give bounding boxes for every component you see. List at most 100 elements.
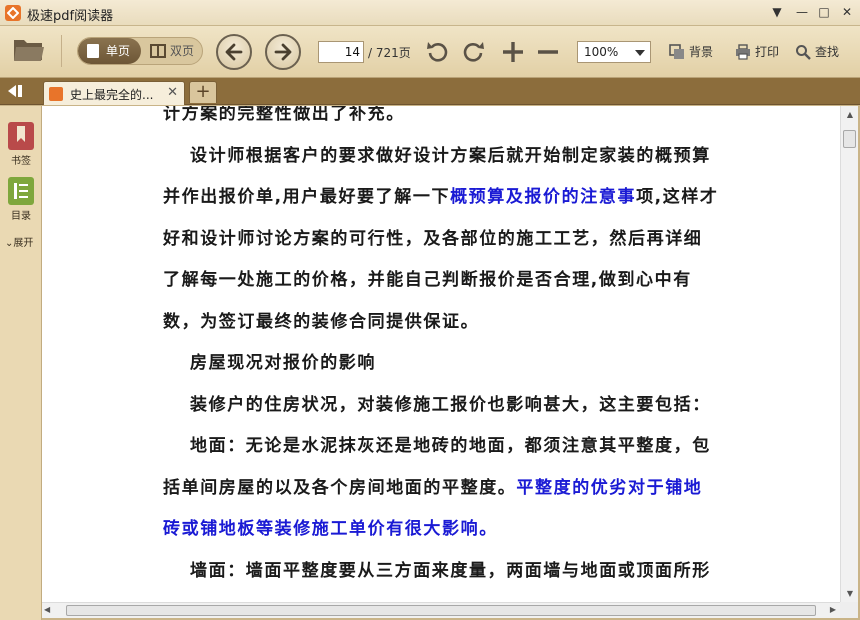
outline-button[interactable]: 目录 xyxy=(0,177,42,222)
zoom-out-button[interactable] xyxy=(535,39,561,65)
expand-label: 展开 xyxy=(13,238,34,249)
tab-document[interactable]: 史上最完全的... ✕ xyxy=(43,81,185,105)
bookmark-button[interactable]: 书签 xyxy=(0,122,42,167)
scroll-left-icon[interactable]: ◀ xyxy=(44,605,50,614)
minimize-button[interactable]: — xyxy=(793,4,811,20)
search-icon xyxy=(796,45,811,60)
zoom-level-select[interactable]: 100% xyxy=(577,41,651,63)
maximize-button[interactable]: □ xyxy=(815,4,833,20)
document-link[interactable]: 砖或铺地板等装修施工单价有很大影响。 xyxy=(163,519,498,539)
document-text: 计方案的完整性做出了补充。 xyxy=(163,106,405,124)
document-line: 括单间房屋的以及各个房间地面的平整度。平整度的优劣对于铺地 xyxy=(163,468,723,510)
scroll-up-icon[interactable]: ▲ xyxy=(841,106,859,123)
title-bar: 极速pdf阅读器 ▼ — □ ✕ xyxy=(0,0,860,26)
rotate-right-icon xyxy=(463,42,484,62)
single-page-label: 单页 xyxy=(106,44,131,58)
single-page-icon xyxy=(87,44,99,58)
background-label: 背景 xyxy=(689,45,714,59)
bookmark-icon xyxy=(8,122,34,150)
next-page-button[interactable] xyxy=(265,34,301,70)
app-title: 极速pdf阅读器 xyxy=(27,9,114,24)
background-button[interactable]: 背景 xyxy=(669,40,719,64)
collapse-sidebar-button[interactable] xyxy=(6,83,28,99)
print-label: 打印 xyxy=(755,45,780,59)
document-text: 括单间房屋的以及各个房间地面的平整度。 xyxy=(163,477,517,498)
rotate-left-button[interactable] xyxy=(425,39,451,65)
rotate-left-icon xyxy=(427,42,448,62)
document-link[interactable]: 平整度的优劣对于铺地 xyxy=(516,478,702,498)
tab-label: 史上最完全的... xyxy=(70,88,154,102)
find-label: 查找 xyxy=(815,45,840,59)
single-page-button[interactable]: 单页 xyxy=(78,38,141,64)
close-tab-icon[interactable]: ✕ xyxy=(167,85,178,100)
document-text: 数，为签订最终的装修合同提供保证。 xyxy=(163,311,480,332)
document-line: 数，为签订最终的装修合同提供保证。 xyxy=(163,302,723,344)
document-text: 墙面：墙面平整度要从三方面来度量，两面墙与地面或顶面所形 xyxy=(190,560,711,581)
zoom-out-icon xyxy=(538,50,558,54)
print-button[interactable]: 打印 xyxy=(735,40,783,64)
page-number-input[interactable]: 14 xyxy=(318,41,364,63)
rotate-right-button[interactable] xyxy=(460,39,486,65)
zoom-in-icon xyxy=(503,42,523,62)
menu-dropdown-button[interactable]: ▼ xyxy=(768,4,786,20)
new-tab-button[interactable]: + xyxy=(189,81,217,103)
document-line: 地面：无论是水泥抹灰还是地砖的地面，都须注意其平整度，包 xyxy=(163,426,723,468)
document-line: 了解每一处施工的价格，并能自己判断报价是否合理,做到心中有 xyxy=(163,260,723,302)
document-line: 装修户的住房状况，对装修施工报价也影响甚大，这主要包括： xyxy=(163,385,723,427)
document-text: 装修户的住房状况，对装修施工报价也影响甚大，这主要包括： xyxy=(190,394,711,415)
document-text: 房屋现况对报价的影响 xyxy=(190,353,376,373)
scroll-down-icon[interactable]: ▼ xyxy=(841,585,859,602)
double-page-label: 双页 xyxy=(170,44,195,58)
close-button[interactable]: ✕ xyxy=(838,4,856,20)
chevron-down-icon xyxy=(635,50,645,56)
folder-icon xyxy=(14,40,44,61)
document-text: 好和设计师讨论方案的可行性，及各部位的施工工艺，然后再详细 xyxy=(163,228,703,249)
double-page-button[interactable]: 双页 xyxy=(144,38,202,64)
scroll-right-icon[interactable]: ▶ xyxy=(830,605,836,614)
double-page-icon xyxy=(150,44,166,58)
app-logo-icon xyxy=(5,5,21,21)
forward-arrow-icon xyxy=(274,43,292,61)
document-line: 好和设计师讨论方案的可行性，及各部位的施工工艺，然后再详细 xyxy=(163,219,723,261)
page-total-label: / 721页 xyxy=(368,46,411,60)
scrollbar-corner xyxy=(840,602,858,618)
vertical-scrollbar[interactable]: ▲ ▼ xyxy=(840,106,858,602)
view-mode-toggle: 单页 双页 xyxy=(77,37,203,65)
document-text: 并作出报价单,用户最好要了解一下 xyxy=(163,187,451,207)
document-text: 项,这样才 xyxy=(636,187,719,207)
document-line: 计方案的完整性做出了补充。 xyxy=(163,106,723,136)
open-file-button[interactable] xyxy=(12,36,46,64)
document-line: 设计师根据客户的要求做好设计方案后就开始制定家装的概预算 xyxy=(163,136,723,178)
tab-bar: 史上最完全的... ✕ + xyxy=(0,78,860,105)
zoom-in-button[interactable] xyxy=(500,39,526,65)
document-page: 计方案的完整性做出了补充。设计师根据客户的要求做好设计方案后就开始制定家装的概预… xyxy=(163,106,723,602)
document-line: 砖或铺地板等装修施工单价有很大影响。 xyxy=(163,509,723,551)
document-line: 成的立体角应顺直，二面墙之间的夹角要垂直，单面墙要平整、无 xyxy=(163,592,723,602)
document-viewer[interactable]: 计方案的完整性做出了补充。设计师根据客户的要求做好设计方案后就开始制定家装的概预… xyxy=(42,106,840,602)
back-arrow-icon xyxy=(225,43,243,61)
expand-panel-button[interactable]: ⌄展开 xyxy=(5,234,33,249)
horizontal-scroll-thumb[interactable] xyxy=(66,605,816,616)
previous-page-button[interactable] xyxy=(216,34,252,70)
document-line: 并作出报价单,用户最好要了解一下概预算及报价的注意事项,这样才 xyxy=(163,177,723,219)
vertical-scroll-thumb[interactable] xyxy=(843,130,856,148)
toolbar-divider xyxy=(61,35,62,67)
left-panel: 书签 目录 ⌄展开 xyxy=(0,106,42,620)
collapse-left-icon xyxy=(8,85,22,97)
find-button[interactable]: 查找 xyxy=(795,40,845,64)
document-link[interactable]: 概预算及报价的注意事 xyxy=(450,187,636,207)
toolbar: 单页 双页 14 / 721页 100% 背景 打印 查找 xyxy=(0,26,860,78)
zoom-level-value: 100% xyxy=(584,45,619,59)
document-text: 了解每一处施工的价格，并能自己判断报价是否合理,做到心中有 xyxy=(163,270,692,290)
document-tab-icon xyxy=(49,87,63,101)
document-line: 墙面：墙面平整度要从三方面来度量，两面墙与地面或顶面所形 xyxy=(163,551,723,593)
print-icon xyxy=(736,44,750,60)
document-line: 房屋现况对报价的影响 xyxy=(163,343,723,385)
document-text: 地面：无论是水泥抹灰还是地砖的地面，都须注意其平整度，包 xyxy=(190,436,711,456)
background-icon xyxy=(669,44,684,59)
horizontal-scrollbar[interactable]: ◀ ▶ xyxy=(42,602,840,618)
outline-icon xyxy=(8,177,34,205)
document-text: 设计师根据客户的要求做好设计方案后就开始制定家装的概预算 xyxy=(190,145,711,166)
outline-label: 目录 xyxy=(11,211,31,222)
bookmark-label: 书签 xyxy=(11,156,31,167)
